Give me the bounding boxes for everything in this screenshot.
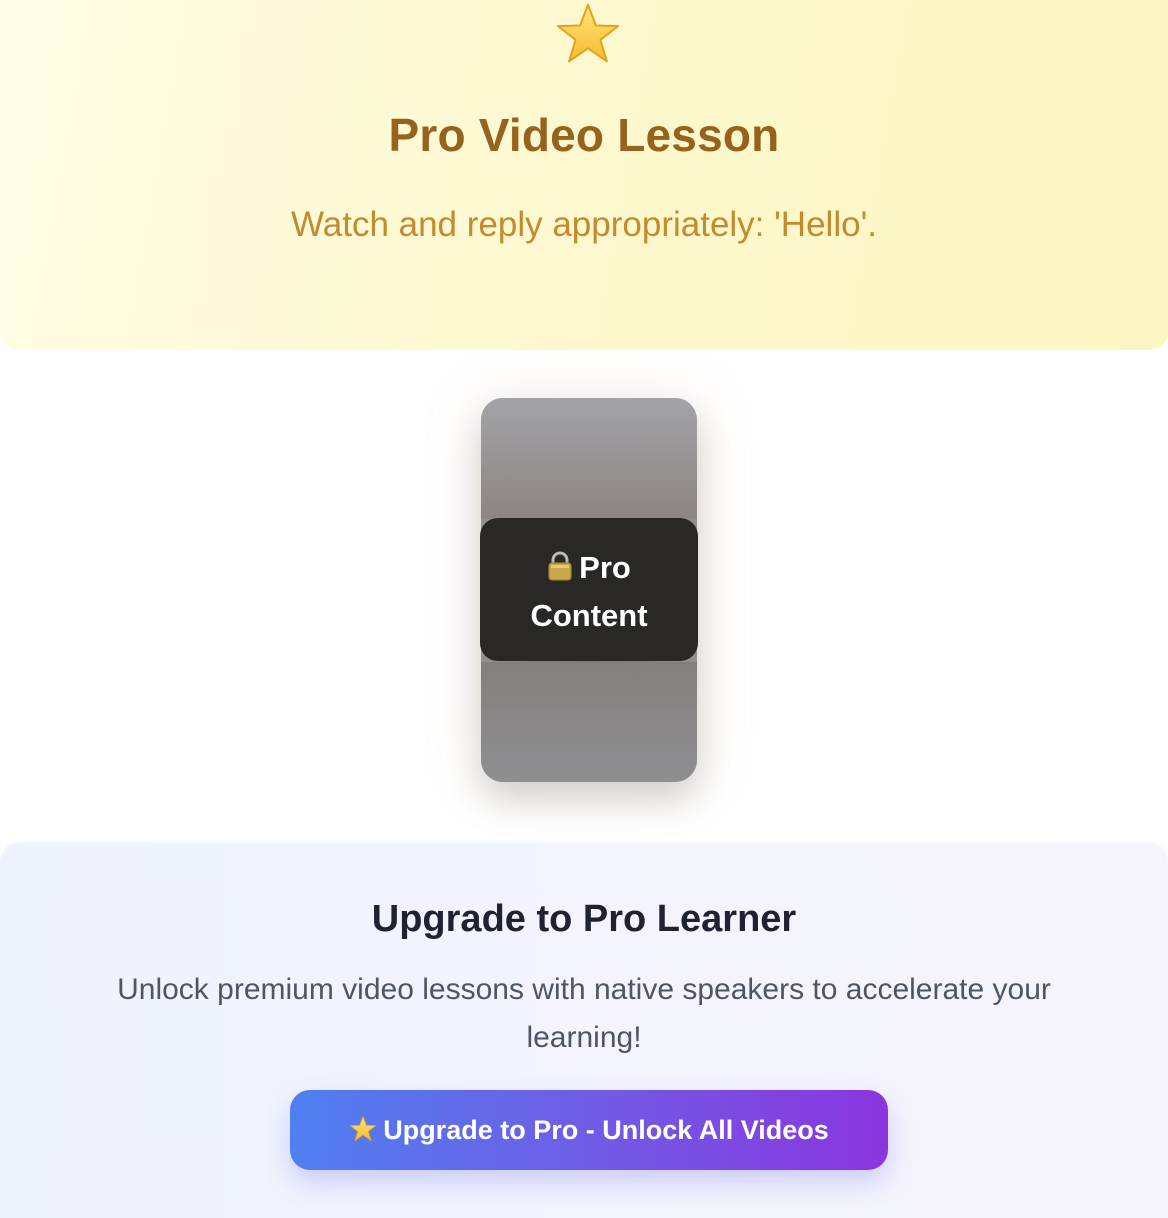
video-blur-top [481, 398, 697, 518]
upgrade-title: Upgrade to Pro Learner [371, 898, 797, 940]
star-icon [557, 3, 619, 63]
lesson-prompt: Watch and reply appropriately: 'Hello'. [291, 205, 877, 244]
page: Pro Video Lesson Watch and reply appropr… [0, 0, 1168, 1218]
lesson-title: Pro Video Lesson [388, 109, 780, 161]
lesson-header: Pro Video Lesson Watch and reply appropr… [0, 0, 1168, 350]
lock-icon [548, 551, 572, 581]
upgrade-button[interactable]: Upgrade to Pro - Unlock All Videos [290, 1090, 888, 1170]
pro-content-text-2: Content [530, 598, 648, 633]
star-icon [349, 1115, 377, 1142]
video-blur-bottom [481, 662, 697, 782]
pro-content-badge: Pro Content [480, 518, 698, 661]
upgrade-button-label: Upgrade to Pro - Unlock All Videos [383, 1115, 829, 1145]
locked-video-preview[interactable]: Pro Content [480, 398, 698, 782]
pro-content-label-line1: Pro [480, 548, 698, 588]
upgrade-description: Unlock premium video lessons with native… [117, 973, 1051, 1054]
pro-content-text-1: Pro [579, 550, 631, 585]
upgrade-panel: Upgrade to Pro Learner Unlock premium vi… [0, 842, 1168, 1218]
